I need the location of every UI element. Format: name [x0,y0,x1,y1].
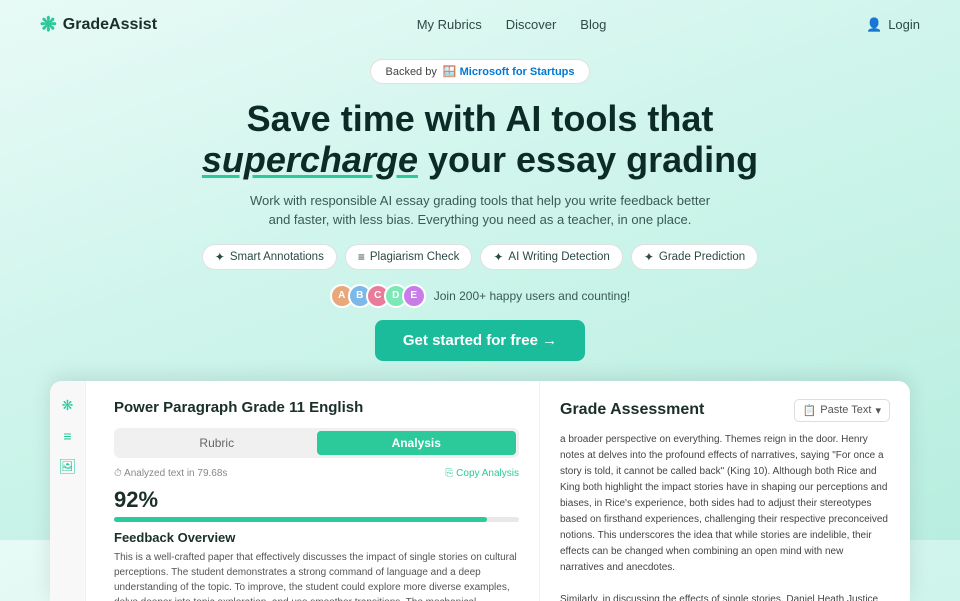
avatar-group: A B C D E [330,284,426,308]
social-proof: A B C D E Join 200+ happy users and coun… [40,284,920,308]
pill-smart-annotations[interactable]: ✦ Smart Annotations [202,244,337,270]
login-button[interactable]: 👤 Login [866,17,920,33]
copy-analysis[interactable]: ⎘ Copy Analysis [445,468,519,479]
logo-icon: ❋ [40,12,57,37]
hero-title: Save time with AI tools that supercharge… [40,98,920,181]
hero-italic: supercharge [202,139,418,180]
annotations-icon: ✦ [215,250,225,264]
hero-section: Backed by 🪟 Microsoft for Startups Save … [0,49,960,381]
cta-button[interactable]: Get started for free → [375,320,585,361]
left-sidebar: ❋ ≡ 🖼 [50,381,86,601]
left-panel: ❋ ≡ 🖼 Power Paragraph Grade 11 English R… [50,381,540,601]
analysis-meta: ⏱ Analyzed text in 79.68s ⎘ Copy Analysi… [114,468,519,479]
nav-my-rubrics[interactable]: My Rubrics [417,17,482,32]
social-text: Join 200+ happy users and counting! [434,289,630,303]
score-bar-fill [114,517,487,522]
sidebar-image-icon[interactable]: 🖼 [59,458,77,475]
left-content: Power Paragraph Grade 11 English Rubric … [114,399,519,601]
feedback-text: This is a well-crafted paper that effect… [114,550,519,601]
sidebar-list-icon[interactable]: ≡ [63,428,71,444]
chevron-down-icon: ▾ [875,404,881,417]
score-bar-bg [114,517,519,522]
left-panel-title: Power Paragraph Grade 11 English [114,399,519,416]
nav-links: My Rubrics Discover Blog [417,17,607,32]
tab-rubric[interactable]: Rubric [117,431,317,455]
right-panel: Grade Assessment 📋 Paste Text ▾ a broade… [540,381,910,601]
backed-text: Backed by [385,66,436,78]
pill-grade-prediction[interactable]: ✦ Grade Prediction [631,244,758,270]
hero-subtitle: Work with responsible AI essay grading t… [40,191,920,230]
logo[interactable]: ❋ GradeAssist [40,12,157,37]
sidebar-logo-icon: ❋ [62,397,74,414]
score-section: 92% [114,487,519,522]
score-number: 92% [114,487,158,512]
avatar: E [402,284,426,308]
right-header: Grade Assessment 📋 Paste Text ▾ [560,399,890,422]
clipboard-icon: 📋 [803,404,817,417]
feedback-title: Feedback Overview [114,530,519,545]
tab-bar: Rubric Analysis [114,428,519,458]
demo-card: ❋ ≡ 🖼 Power Paragraph Grade 11 English R… [50,381,910,601]
user-icon: 👤 [866,17,882,33]
navbar: ❋ GradeAssist My Rubrics Discover Blog 👤… [0,0,960,49]
backed-badge: Backed by 🪟 Microsoft for Startups [40,59,920,98]
ms-for-startups: 🪟 Microsoft for Startups [443,65,575,78]
analyzed-time: ⏱ Analyzed text in 79.68s [114,468,227,479]
ai-writing-icon: ✦ [493,250,503,264]
paste-text-button[interactable]: 📋 Paste Text ▾ [794,399,890,422]
pill-plagiarism-check[interactable]: ≡ Plagiarism Check [345,244,473,270]
nav-blog[interactable]: Blog [580,17,606,32]
tab-analysis[interactable]: Analysis [317,431,517,455]
grade-prediction-icon: ✦ [644,250,654,264]
logo-text: GradeAssist [63,16,157,34]
nav-discover[interactable]: Discover [506,17,557,32]
feature-pills: ✦ Smart Annotations ≡ Plagiarism Check ✦… [40,244,920,270]
plagiarism-icon: ≡ [358,250,365,264]
demo-container: ❋ ≡ 🖼 Power Paragraph Grade 11 English R… [0,381,960,601]
right-body-text: a broader perspective on everything. The… [560,432,890,601]
pill-ai-writing[interactable]: ✦ AI Writing Detection [480,244,622,270]
right-panel-title: Grade Assessment [560,401,704,419]
